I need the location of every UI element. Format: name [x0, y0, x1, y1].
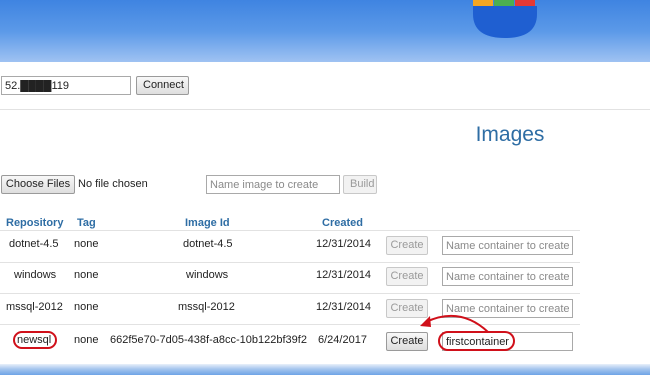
annotation-arrow-icon	[420, 315, 489, 333]
newsql-highlight-oval	[13, 331, 57, 349]
tag-cell: none	[74, 238, 99, 250]
connect-button[interactable]: Connect	[136, 76, 189, 95]
header-created: Created	[322, 217, 363, 229]
name-image-input[interactable]	[206, 175, 340, 194]
docker-logo-icon	[473, 0, 537, 38]
created-cell: 6/24/2017	[318, 334, 367, 346]
tag-cell: none	[74, 269, 99, 281]
repository-cell: dotnet-4.5	[9, 238, 59, 250]
header-banner	[0, 0, 650, 62]
tag-cell: none	[74, 334, 99, 346]
host-address-input[interactable]	[1, 76, 131, 95]
header-tag: Tag	[77, 217, 96, 229]
build-button[interactable]: Build	[343, 175, 377, 194]
header-image-id: Image Id	[185, 217, 230, 229]
image-id-cell: mssql-2012	[178, 301, 235, 313]
row-divider	[0, 230, 580, 231]
create-container-button[interactable]: Create	[386, 236, 428, 255]
image-id-cell: dotnet-4.5	[183, 238, 233, 250]
repository-cell: windows	[14, 269, 57, 281]
no-file-chosen-text: No file chosen	[78, 178, 148, 190]
created-cell: 12/31/2014	[316, 269, 372, 281]
choose-files-button[interactable]: Choose Files	[1, 175, 75, 194]
image-id-cell: windows	[186, 269, 229, 281]
repository-cell: mssql-2012	[6, 301, 63, 313]
created-cell: 12/31/2014	[316, 301, 372, 313]
footer-banner	[0, 364, 650, 375]
page-title: Images	[475, 123, 545, 146]
row-divider	[0, 293, 580, 294]
section-divider	[0, 109, 650, 110]
image-id-cell: 662f5e70-7d05-438f-a8cc-10b122bf39f2	[110, 334, 307, 346]
tag-cell: none	[74, 301, 99, 313]
name-container-input[interactable]	[442, 236, 573, 255]
header-repository: Repository	[6, 217, 64, 229]
row-divider	[0, 262, 580, 263]
name-container-input[interactable]	[442, 267, 573, 286]
create-container-button[interactable]: Create	[386, 267, 428, 286]
created-cell: 12/31/2014	[316, 238, 372, 250]
